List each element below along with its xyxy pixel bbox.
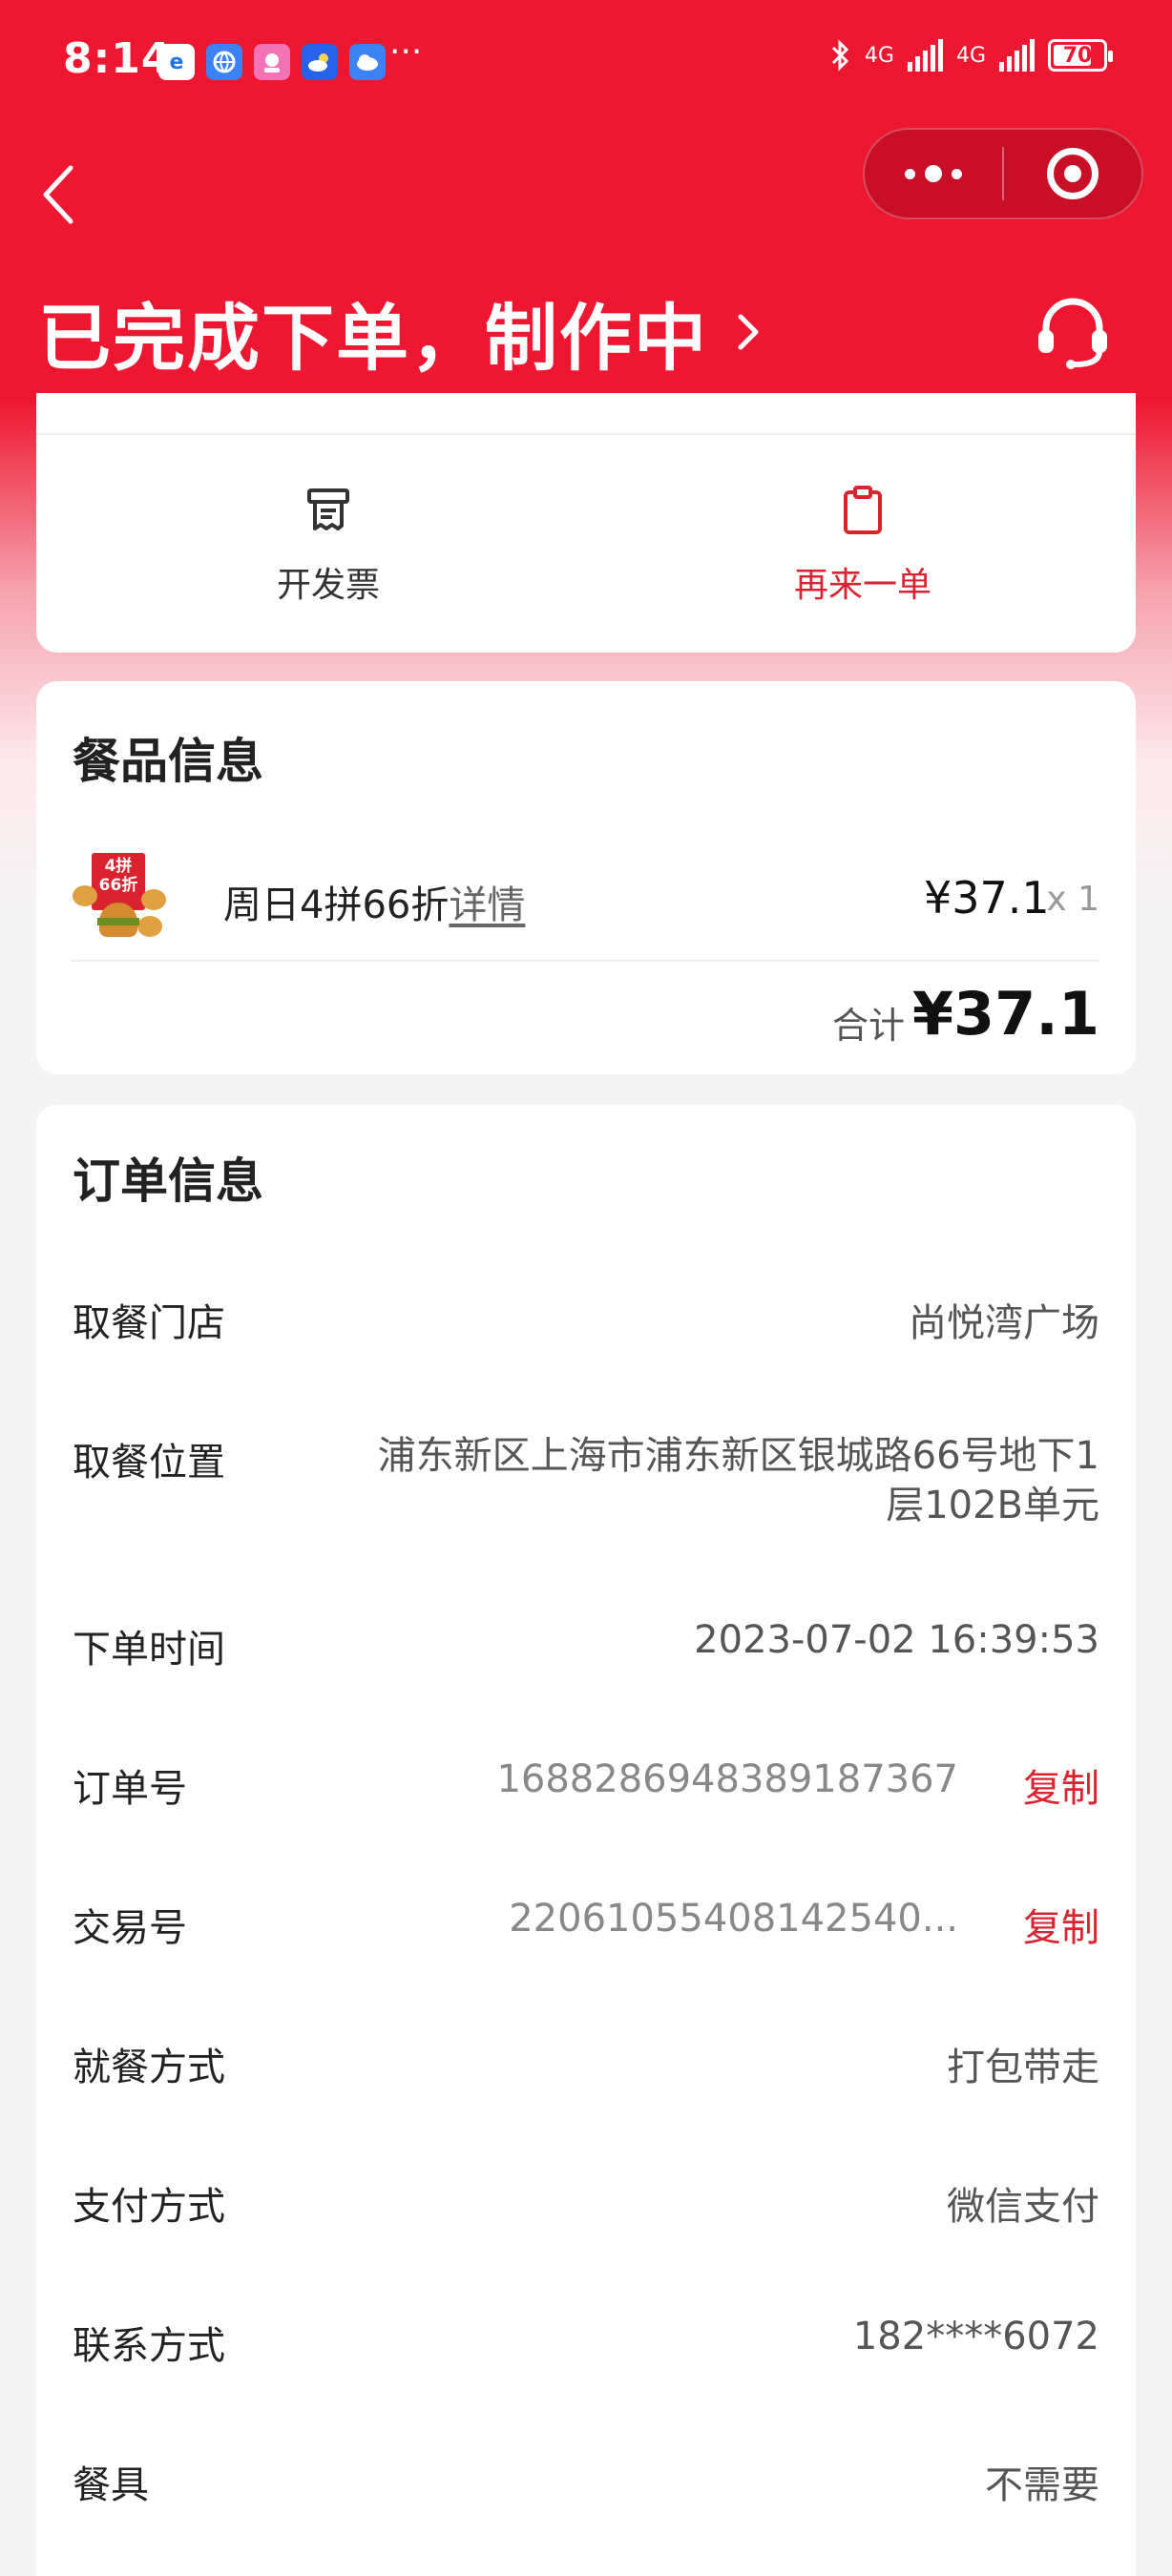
order-info-card: 订单信息 取餐门店 尚悦湾广场 取餐位置 浦东新区上海市浦东新区银城路66号地下… bbox=[36, 1105, 1136, 2576]
status-time: 8:14 bbox=[63, 34, 172, 83]
order-section-title: 订单信息 bbox=[73, 1153, 263, 1209]
food-name: 周日4拼66折详情 bbox=[223, 874, 525, 929]
food-section-title: 餐品信息 bbox=[73, 734, 263, 789]
utensils-value: 不需要 bbox=[985, 2463, 1099, 2507]
card-divider bbox=[36, 433, 1136, 435]
dining-mode-label: 就餐方式 bbox=[73, 2046, 225, 2089]
food-name-text: 周日4拼66折 bbox=[223, 883, 450, 927]
nugget-shape bbox=[141, 889, 166, 910]
food-detail-link[interactable]: 详情 bbox=[449, 883, 525, 927]
order-status-link[interactable]: 已完成下单，制作中 bbox=[38, 284, 769, 381]
invoice-label: 开发票 bbox=[276, 566, 380, 605]
reorder-button[interactable]: 再来一单 bbox=[691, 485, 1035, 607]
food-info-card: 餐品信息 4拼 66折 周日4拼66折详情 ¥37.1 x 1 合计 ¥37.1 bbox=[36, 681, 1136, 1074]
burger-lettuce-shape bbox=[97, 918, 139, 925]
copy-transaction-number-button[interactable]: 复制 bbox=[1023, 1897, 1099, 1952]
transaction-number-label: 交易号 bbox=[73, 1906, 187, 1950]
nugget-shape bbox=[73, 885, 97, 906]
avatar-app-icon bbox=[254, 44, 290, 80]
transaction-number-value: 22061055408142540... bbox=[509, 1897, 958, 1941]
customer-service-icon[interactable] bbox=[1033, 292, 1113, 372]
signal-icon bbox=[907, 39, 943, 72]
battery-level: 70 bbox=[1062, 43, 1093, 68]
notification-icons: e bbox=[158, 44, 386, 80]
network-label-2: 4G bbox=[955, 43, 986, 68]
network-label-1: 4G bbox=[864, 43, 894, 68]
chevron-right-icon bbox=[738, 314, 759, 350]
bluetooth-icon bbox=[831, 39, 849, 72]
food-thumbnail: 4拼 66折 bbox=[71, 847, 166, 943]
food-quantity: x 1 bbox=[1046, 880, 1099, 919]
utensils-label: 餐具 bbox=[73, 2463, 149, 2507]
more-dots-icon bbox=[905, 165, 962, 182]
store-value: 尚悦湾广场 bbox=[909, 1301, 1099, 1345]
badge-line-2: 66折 bbox=[98, 876, 138, 895]
more-notifications-icon: ··· bbox=[389, 32, 423, 72]
back-arrow-icon[interactable] bbox=[34, 160, 92, 229]
order-number-label: 订单号 bbox=[73, 1767, 187, 1811]
order-time-label: 下单时间 bbox=[73, 1628, 225, 1672]
location-label: 取餐位置 bbox=[73, 1441, 225, 1485]
food-divider bbox=[71, 960, 1099, 962]
target-icon bbox=[1046, 148, 1099, 199]
badge-line-1: 4拼 bbox=[104, 857, 133, 876]
close-miniapp-button[interactable] bbox=[1004, 128, 1141, 219]
location-value: 浦东新区上海市浦东新区银城路66号地下1层102B单元 bbox=[377, 1434, 1099, 1527]
more-menu-button[interactable] bbox=[865, 128, 1002, 219]
order-status-text: 已完成下单，制作中 bbox=[38, 296, 708, 381]
cloud-app-icon bbox=[349, 44, 386, 80]
globe-app-icon bbox=[206, 44, 242, 80]
miniapp-capsule bbox=[863, 128, 1143, 219]
order-number-value: 1688286948389187367 bbox=[496, 1757, 958, 1801]
nugget-shape bbox=[137, 916, 162, 937]
contact-label: 联系方式 bbox=[73, 2324, 225, 2368]
dining-mode-value: 打包带走 bbox=[947, 2046, 1099, 2089]
payment-method-label: 支付方式 bbox=[73, 2185, 225, 2229]
weather-app-icon bbox=[302, 44, 338, 80]
promo-badge: 4拼 66折 bbox=[92, 853, 145, 910]
reorder-label: 再来一单 bbox=[793, 566, 931, 605]
browser-app-icon: e bbox=[158, 44, 195, 80]
order-time-value: 2023-07-02 16:39:53 bbox=[694, 1618, 1099, 1662]
system-indicators: 4G 4G 70 bbox=[830, 38, 1113, 73]
signal-icon-2 bbox=[999, 39, 1035, 72]
food-price: ¥37.1 bbox=[924, 872, 1050, 924]
food-item: 4拼 66折 周日4拼66折详情 ¥37.1 x 1 bbox=[71, 845, 1099, 952]
battery-icon: 70 bbox=[1048, 39, 1113, 72]
invoice-button[interactable]: 开发票 bbox=[157, 485, 500, 607]
total-label: 合计 bbox=[832, 1005, 906, 1047]
order-actions-card: 开发票 再来一单 bbox=[36, 393, 1136, 653]
contact-value: 182****6072 bbox=[852, 2315, 1099, 2358]
invoice-icon bbox=[307, 488, 349, 530]
clipboard-icon bbox=[844, 486, 882, 534]
payment-method-value: 微信支付 bbox=[947, 2185, 1099, 2229]
copy-order-number-button[interactable]: 复制 bbox=[1023, 1757, 1099, 1813]
store-label: 取餐门店 bbox=[73, 1301, 225, 1345]
status-bar: 8:14 e ··· 4G 4G 70 bbox=[0, 0, 1172, 124]
total-value: ¥37.1 bbox=[911, 979, 1099, 1049]
